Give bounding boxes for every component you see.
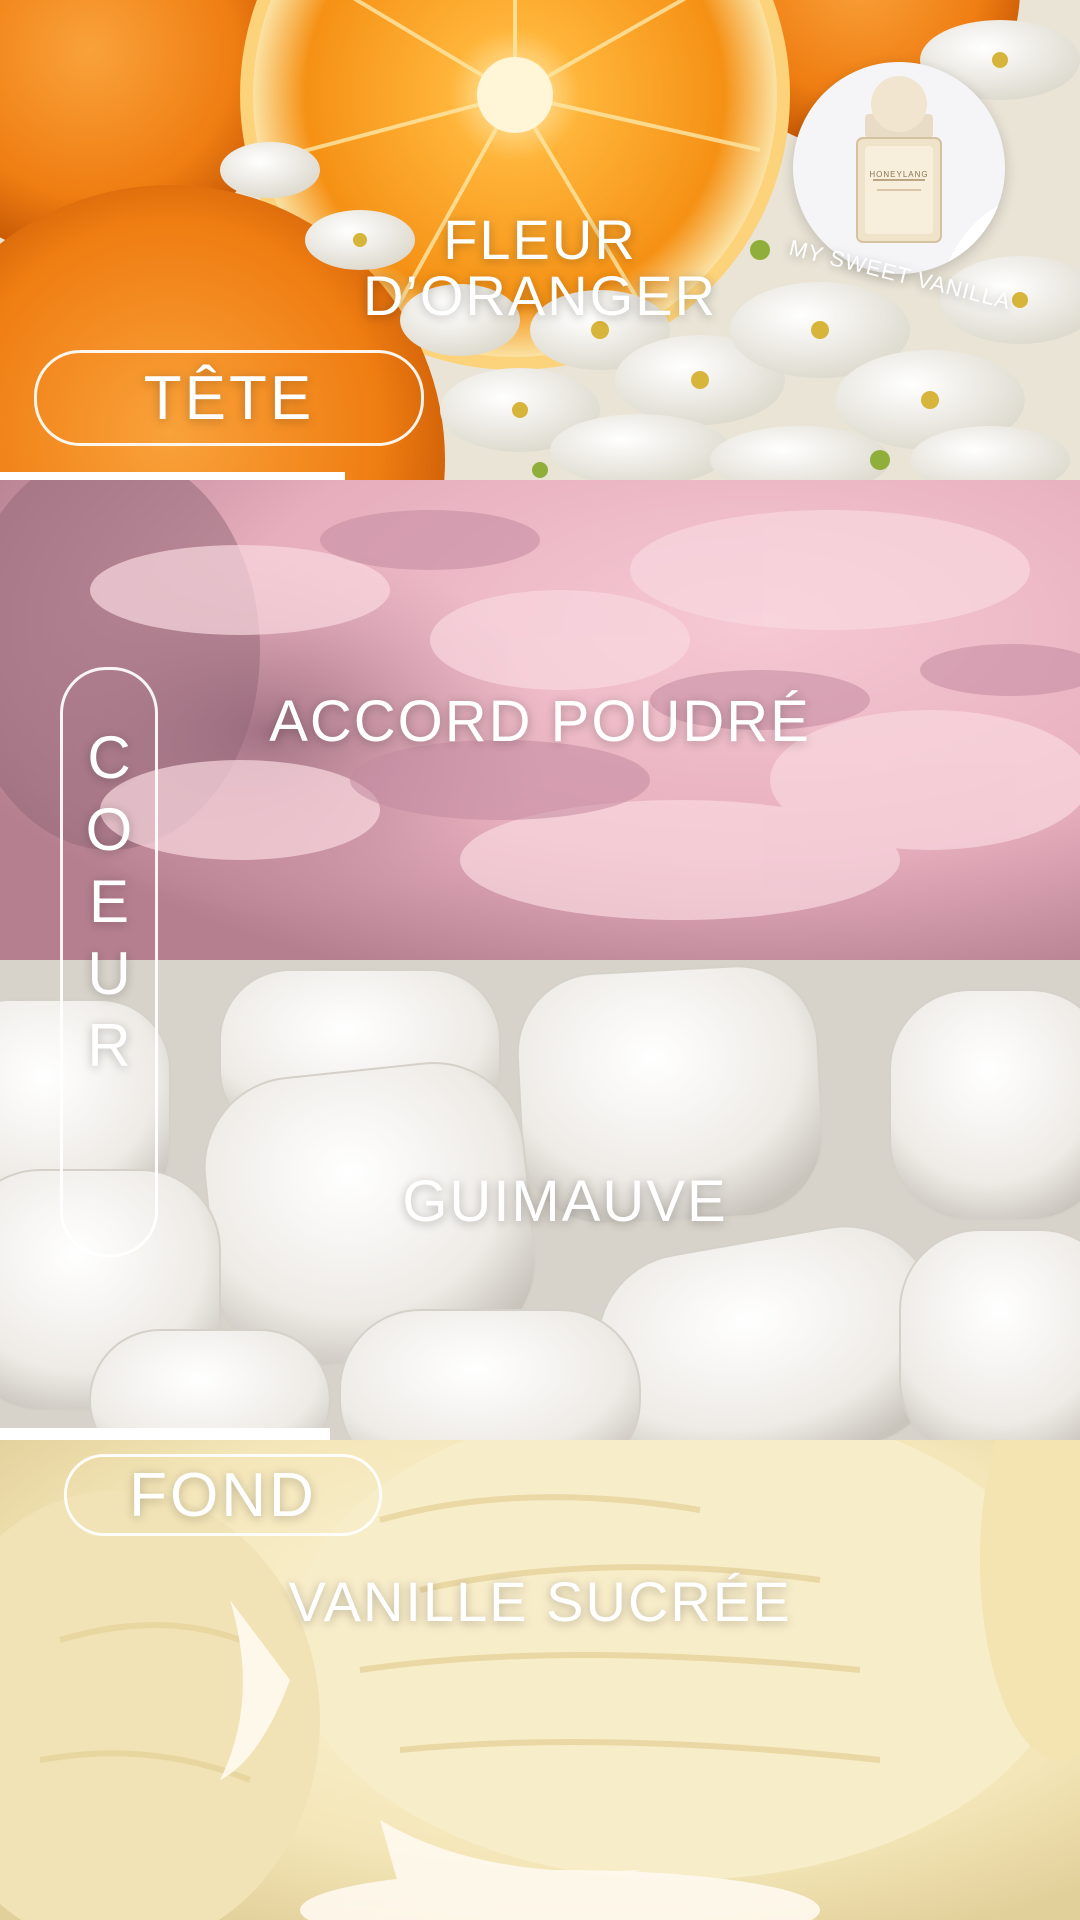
panel-tete: FLEUR D’ORANGER TÊTE HONEYLANG MY SWEET … <box>0 0 1080 480</box>
tier-label-fond: FOND <box>129 1460 317 1530</box>
divider-bar-coeur <box>0 1428 330 1440</box>
divider-bar-tete <box>0 472 345 480</box>
tier-pill-fond: FOND <box>64 1454 382 1536</box>
bottle-brand: HONEYLANG <box>869 170 929 179</box>
panel-fond: FOND VANILLE SUCRÉE <box>0 1440 1080 1920</box>
tier-label-coeur: COEUR <box>85 724 133 1079</box>
note-fleur-line2: D’ORANGER <box>362 264 718 327</box>
note-guimauve: GUIMAUVE <box>402 1169 728 1234</box>
panel-guimauve: GUIMAUVE <box>0 960 1080 1440</box>
tier-label-tete: TÊTE <box>143 363 315 433</box>
tier-pill-tete: TÊTE <box>34 350 424 446</box>
tier-pill-coeur: COEUR <box>60 667 158 1257</box>
note-vanille-sucree: VANILLE SUCRÉE <box>288 1570 792 1633</box>
note-fleur-line1: FLEUR <box>443 208 637 271</box>
note-accord-poudre: ACCORD POUDRÉ <box>269 689 811 754</box>
panel-accord-poudre: ACCORD POUDRÉ <box>0 480 1080 960</box>
